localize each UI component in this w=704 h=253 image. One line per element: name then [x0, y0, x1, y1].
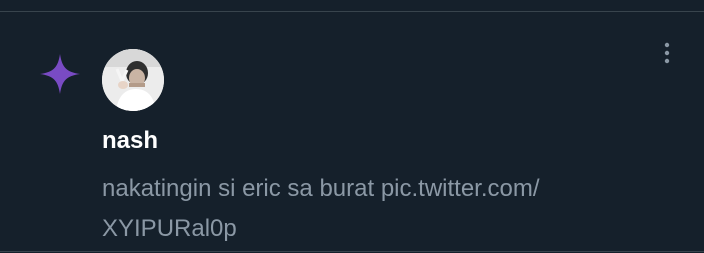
notification-item[interactable]: nash nakatingin si eric sa burat pic.twi…: [0, 13, 704, 251]
avatar-image: [102, 49, 164, 111]
previous-item-divider: [0, 0, 704, 12]
sparkle-icon: [40, 54, 80, 94]
tweet-text[interactable]: nakatingin si eric sa burat pic.twitter.…: [102, 169, 662, 249]
author-name[interactable]: nash: [102, 127, 158, 155]
avatar[interactable]: [102, 49, 164, 111]
more-options-button[interactable]: [654, 39, 680, 67]
next-item-divider: [0, 251, 704, 252]
notifications-timeline: nash nakatingin si eric sa burat pic.twi…: [0, 0, 704, 253]
